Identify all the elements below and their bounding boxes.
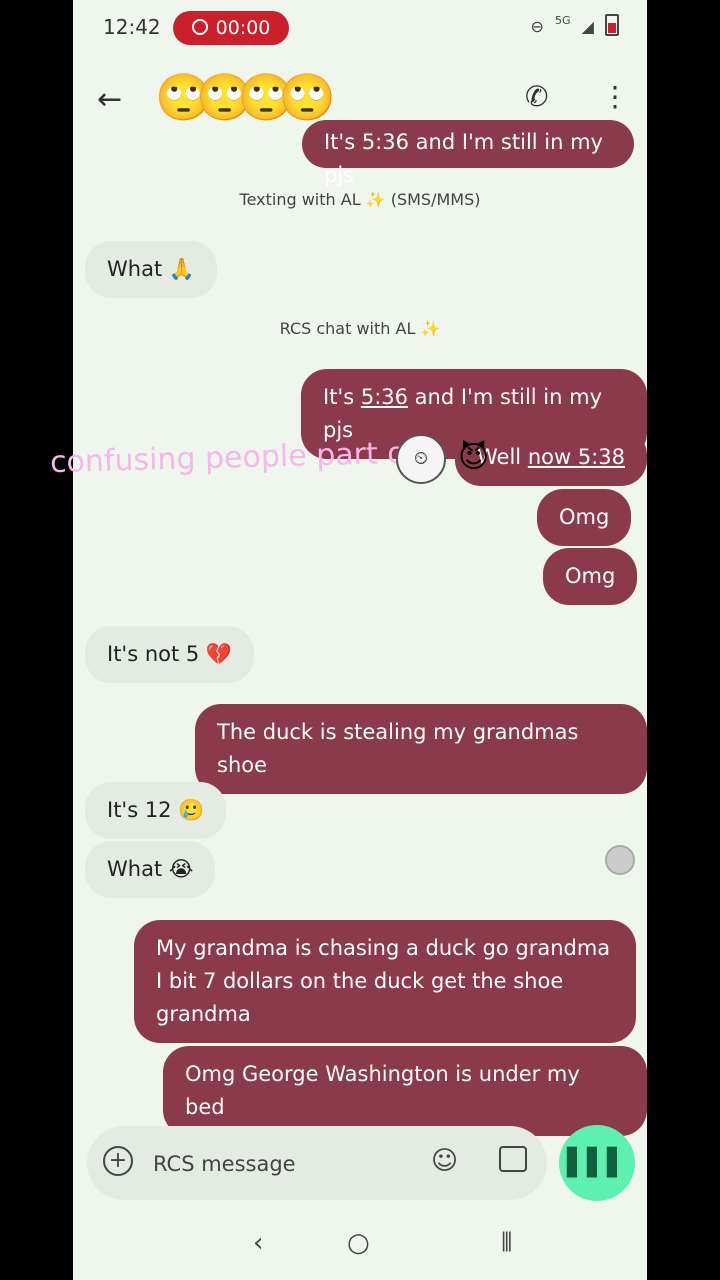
dnd-icon: ⊖ xyxy=(530,17,544,36)
touch-indicator xyxy=(605,845,635,875)
nav-recents-icon[interactable]: ⦀ xyxy=(501,1228,512,1259)
phone-screen: 12:42 00:00 ⊖ 5G ◢ ← 🙄🙄🙄🙄 ✆ ⋮ It's 5:36 … xyxy=(73,0,647,1280)
more-vertical-icon[interactable]: ⋮ xyxy=(601,80,629,113)
message-incoming[interactable]: It's not 5 💔 xyxy=(85,626,255,683)
schedule-icon: ⏲ xyxy=(396,434,446,484)
message-outgoing[interactable]: My grandma is chasing a duck go grandma … xyxy=(134,920,636,1043)
signal-icon: ◢ xyxy=(581,17,594,36)
voice-wave-icon: ▌▌▌ xyxy=(567,1148,627,1178)
devil-emoji: 😈 xyxy=(458,440,490,475)
nav-home-icon[interactable]: ○ xyxy=(347,1228,370,1258)
sms-chat-label: Texting with AL ✨ (SMS/MMS) xyxy=(239,190,481,209)
message-incoming[interactable]: What 😭 xyxy=(85,841,216,898)
contact-name[interactable]: 🙄🙄🙄🙄 xyxy=(155,70,336,125)
message-incoming[interactable]: It's 12 🥲 xyxy=(85,782,227,839)
message-composer: + ☺ xyxy=(87,1126,547,1200)
back-arrow-icon[interactable]: ← xyxy=(97,82,122,117)
message-outgoing[interactable]: Omg George Washington is under my bed xyxy=(163,1046,647,1136)
nav-back-icon[interactable]: ‹ xyxy=(253,1228,263,1258)
screen-record-pill[interactable]: 00:00 xyxy=(173,11,289,45)
message-outgoing[interactable]: Omg xyxy=(537,489,632,546)
network-label: 5G xyxy=(554,14,571,27)
time-link[interactable]: now 5:38 xyxy=(528,445,625,469)
record-timer: 00:00 xyxy=(215,17,271,39)
status-bar: 12:42 00:00 ⊖ 5G ◢ xyxy=(73,0,647,56)
image-icon[interactable] xyxy=(499,1146,527,1172)
time-link[interactable]: 5:36 xyxy=(361,385,408,409)
message-input[interactable] xyxy=(151,1146,395,1182)
message-incoming[interactable]: What 🙏 xyxy=(85,241,217,298)
message-outgoing[interactable]: Omg xyxy=(543,548,638,605)
plus-circle-icon[interactable]: + xyxy=(103,1146,133,1176)
message-outgoing-partial[interactable]: It's 5:36 and I'm still in my pjs xyxy=(302,120,634,187)
voice-message-button[interactable]: ▌▌▌ xyxy=(559,1125,635,1201)
record-icon xyxy=(191,19,208,35)
smiley-icon[interactable]: ☺ xyxy=(431,1146,458,1176)
status-icons: ⊖ 5G ◢ xyxy=(524,14,619,36)
rcs-chat-label: RCS chat with AL ✨ xyxy=(279,319,441,338)
status-time: 12:42 xyxy=(103,15,161,39)
system-nav-bar: ‹ ○ ⦀ xyxy=(131,1222,637,1270)
message-outgoing[interactable]: The duck is stealing my grandmas shoe xyxy=(195,704,647,794)
phone-icon[interactable]: ✆ xyxy=(525,80,548,113)
battery-icon xyxy=(605,14,619,36)
